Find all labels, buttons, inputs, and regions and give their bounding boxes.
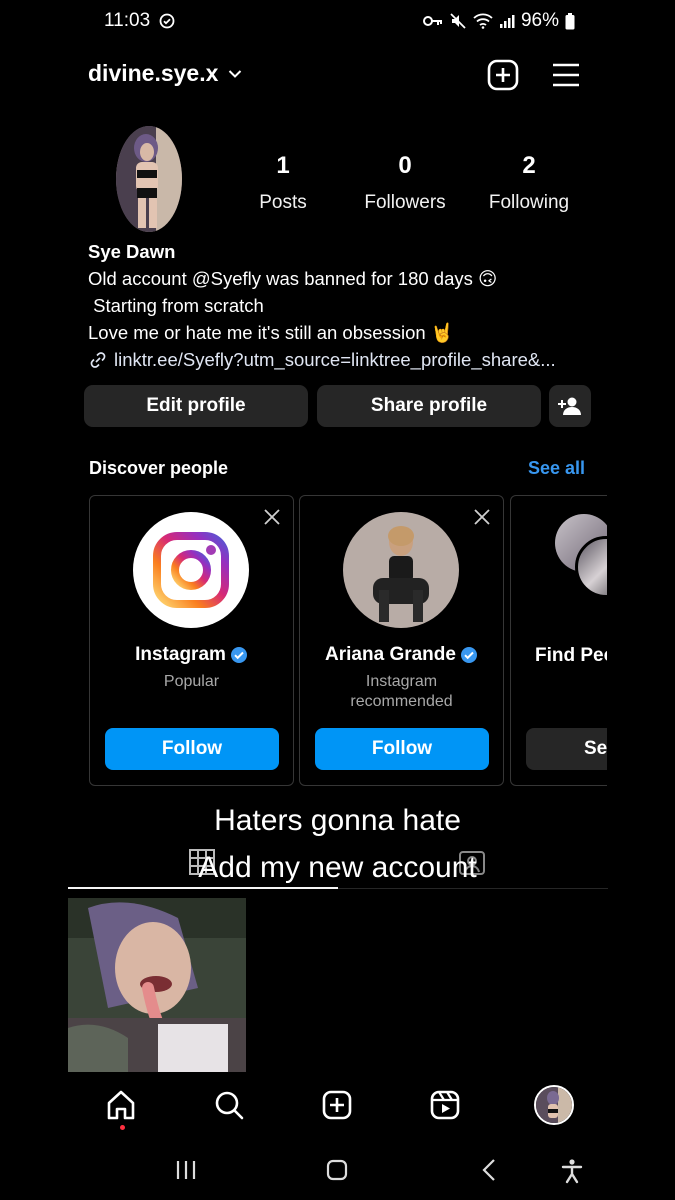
see-all-link[interactable]: See all xyxy=(528,458,585,479)
following-count: 2 xyxy=(522,152,536,179)
verified-badge-icon xyxy=(460,646,478,664)
profile-avatar[interactable] xyxy=(534,1085,574,1125)
signal-icon xyxy=(499,13,515,29)
suggestion-card-instagram: Instagram Popular Follow xyxy=(89,495,294,786)
overlay-caption-line1: Haters gonna hate xyxy=(214,804,461,837)
link-icon xyxy=(88,350,108,370)
create-post-icon[interactable] xyxy=(486,58,520,92)
home-icon[interactable] xyxy=(104,1088,138,1122)
status-icons: 96% xyxy=(422,10,575,32)
create-icon[interactable] xyxy=(320,1088,354,1122)
close-icon[interactable] xyxy=(263,508,281,526)
posts-count: 1 xyxy=(276,152,290,179)
check-circle-icon xyxy=(159,13,175,29)
suggestion-name[interactable]: Instagram xyxy=(90,644,293,666)
recent-apps-icon[interactable] xyxy=(175,1158,197,1182)
reels-icon[interactable] xyxy=(428,1088,462,1122)
instagram-logo-icon[interactable] xyxy=(133,512,249,628)
bio-line: Starting from scratch xyxy=(88,295,264,316)
bio-link-text: linktr.ee/Syefly?utm_source=linktree_pro… xyxy=(114,349,556,370)
suggestion-name-text: Ariana Grande xyxy=(325,644,456,665)
battery-text: 96% xyxy=(520,10,559,31)
suggestion-name-text: Find People t xyxy=(535,645,607,666)
chevron-down-icon xyxy=(228,69,242,79)
tab-divider xyxy=(338,888,608,889)
home-button-icon[interactable] xyxy=(326,1158,348,1182)
clock-text: 11:03 xyxy=(104,10,151,31)
mute-icon xyxy=(449,12,467,30)
username-switcher[interactable]: divine.sye.x xyxy=(88,60,242,87)
follow-button[interactable]: Follow xyxy=(315,728,489,770)
username-text: divine.sye.x xyxy=(88,60,219,86)
bio-section: Sye Dawn Old account @Syefly was banned … xyxy=(88,238,608,373)
discover-people-title: Discover people xyxy=(89,458,229,478)
key-icon xyxy=(422,14,443,28)
edit-profile-button[interactable]: Edit profile xyxy=(84,385,308,427)
suggestion-name-text: Instagram xyxy=(135,644,226,665)
overlay-caption-line2: Add my new account xyxy=(198,851,477,884)
share-profile-button[interactable]: Share profile xyxy=(317,385,541,427)
search-icon[interactable] xyxy=(212,1088,246,1122)
bio-line: Old account @Syefly was banned for 180 d… xyxy=(88,268,498,289)
suggestion-card-ariana-grande: Ariana Grande Instagram recommended Foll… xyxy=(299,495,504,786)
following-stat[interactable]: 2 Following xyxy=(469,152,589,214)
posts-stat[interactable]: 1 Posts xyxy=(223,152,343,214)
bio-link[interactable]: linktr.ee/Syefly?utm_source=linktree_pro… xyxy=(88,346,608,373)
discover-people-button[interactable] xyxy=(549,385,591,427)
posts-label: Posts xyxy=(259,192,307,213)
menu-icon[interactable] xyxy=(549,58,583,92)
wifi-icon xyxy=(473,13,493,29)
back-icon[interactable] xyxy=(479,1158,501,1182)
followers-label: Followers xyxy=(364,192,446,213)
battery-icon xyxy=(565,12,575,30)
status-time: 11:03 xyxy=(104,10,175,32)
suggestion-card-find-people: Find People t Se xyxy=(510,495,607,786)
display-name: Sye Dawn xyxy=(88,241,176,262)
add-person-icon xyxy=(558,396,582,416)
suggestion-name[interactable]: Ariana Grande xyxy=(300,644,503,666)
accessibility-icon[interactable] xyxy=(560,1158,584,1184)
verified-badge-icon xyxy=(230,646,248,664)
followers-count: 0 xyxy=(398,152,412,179)
active-tab-indicator xyxy=(68,887,338,889)
post-thumbnail[interactable] xyxy=(68,898,246,1072)
close-icon[interactable] xyxy=(473,508,491,526)
see-all-button[interactable]: Se xyxy=(526,728,607,770)
notification-dot xyxy=(120,1125,125,1130)
suggestion-subtitle: Instagram recommended xyxy=(350,673,453,710)
bio-line: Love me or hate me it's still an obsessi… xyxy=(88,322,454,343)
suggestion-avatar[interactable] xyxy=(343,512,459,628)
followers-stat[interactable]: 0 Followers xyxy=(345,152,465,214)
profile-avatar[interactable] xyxy=(116,126,182,232)
suggestion-subtitle: Popular xyxy=(163,673,220,690)
following-label: Following xyxy=(488,192,570,213)
follow-button[interactable]: Follow xyxy=(105,728,279,770)
